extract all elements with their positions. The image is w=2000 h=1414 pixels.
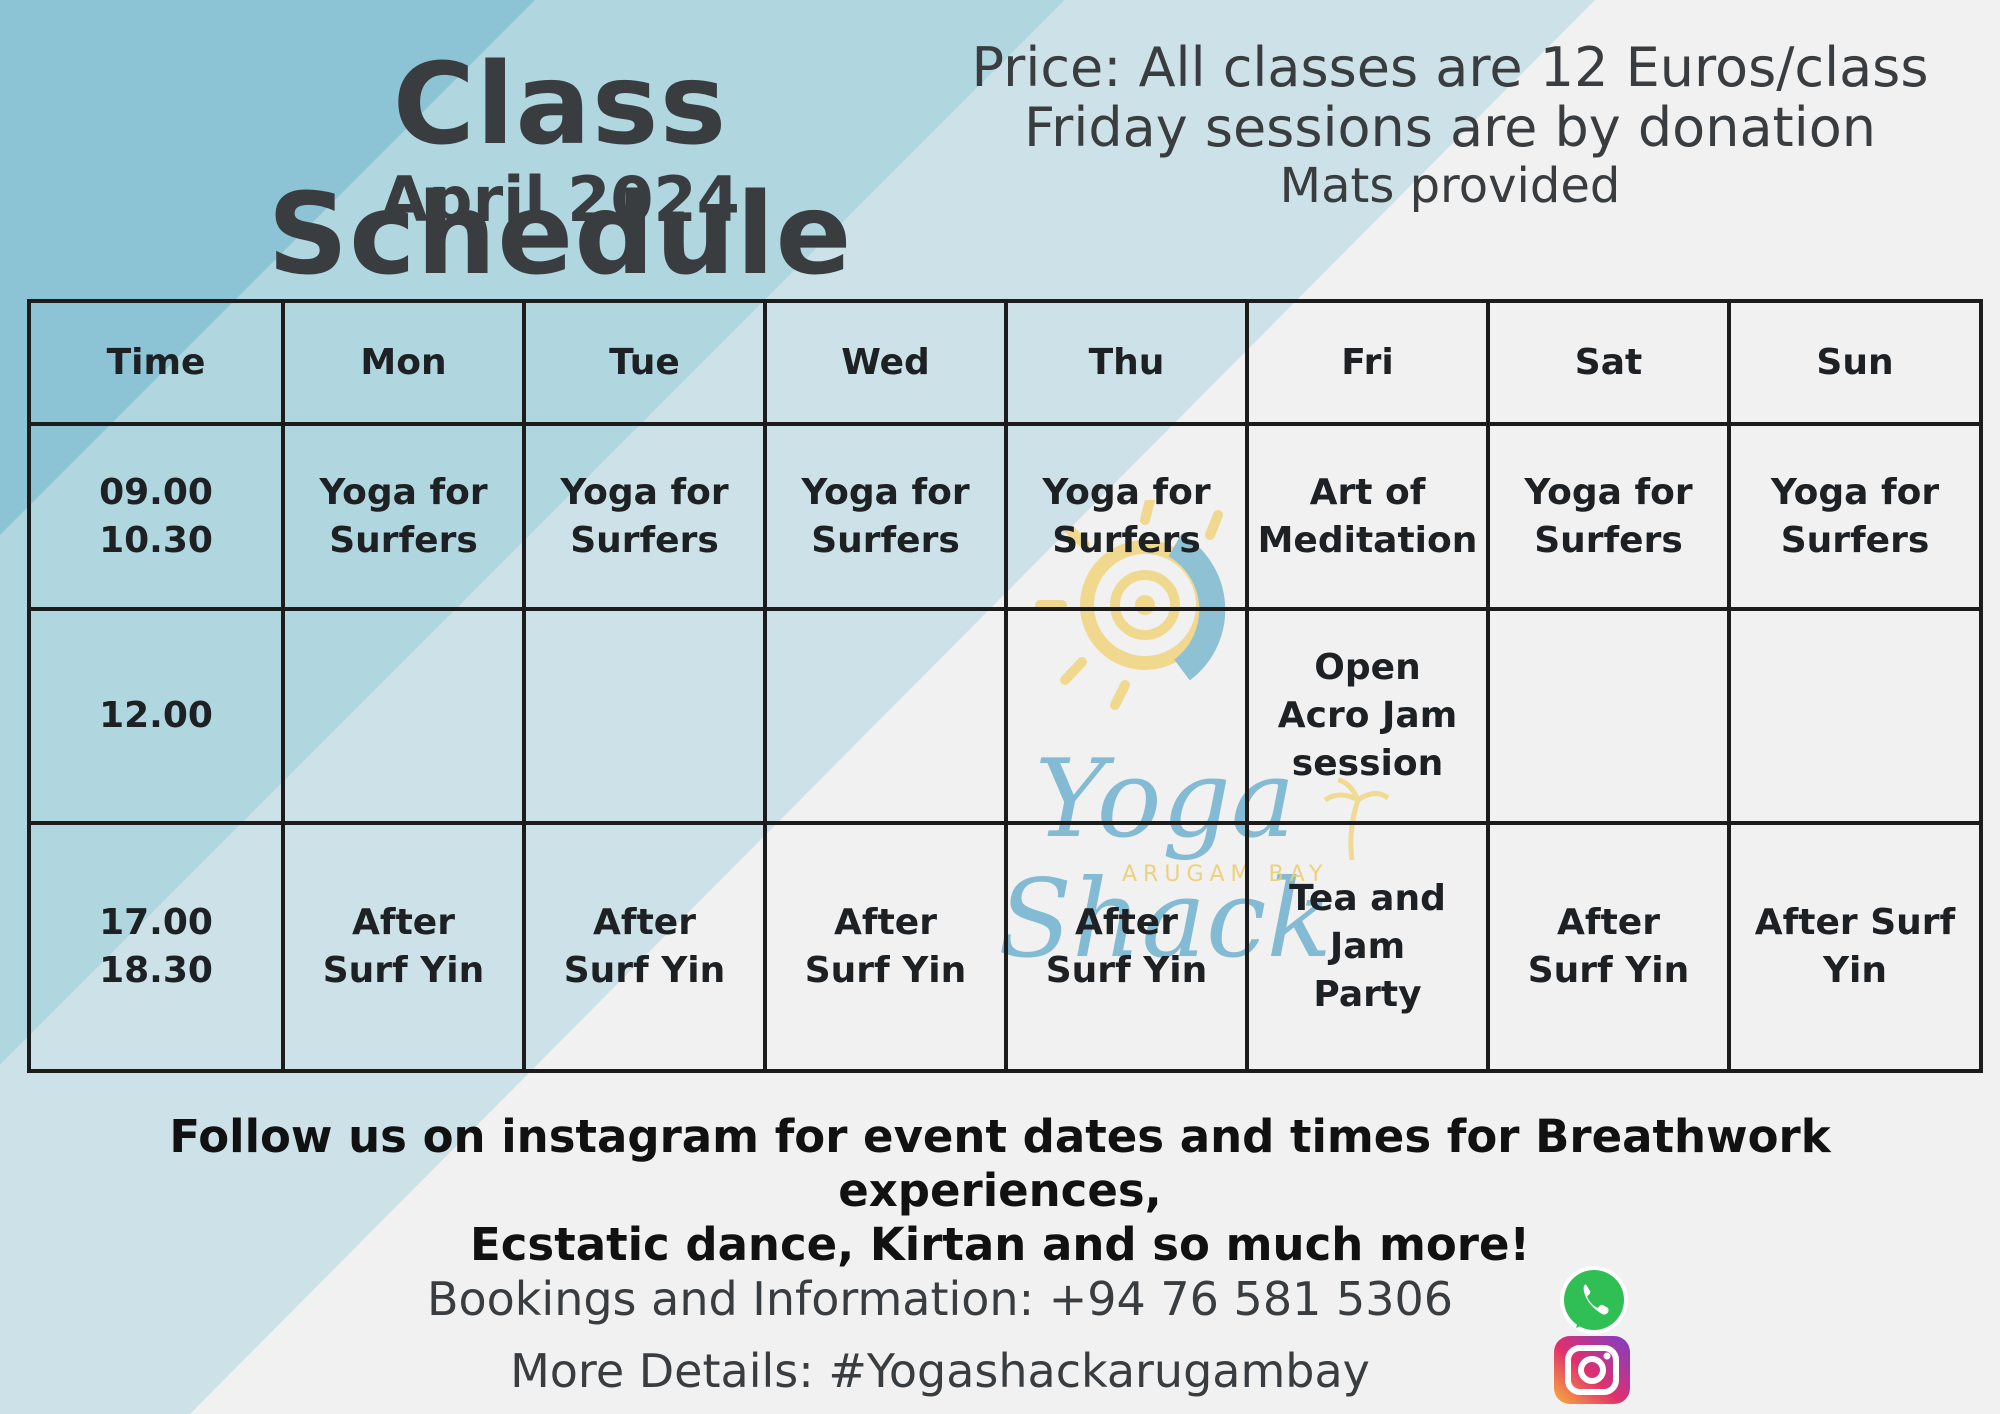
time-cell: 17.00 18.30 <box>27 820 285 1074</box>
page-subtitle: April 2024 <box>380 163 740 236</box>
class-cell-mon <box>281 607 526 825</box>
class-cell-sun: After Surf Yin <box>1727 820 1983 1074</box>
table-header-row: Time Mon Tue Wed Thu Fri Sat Sun <box>27 298 1983 427</box>
header-time: Time <box>27 298 285 427</box>
time-cell: 09.00 10.30 <box>27 422 285 612</box>
class-cell-thu: After Surf Yin <box>1004 820 1249 1074</box>
follow-line-1: Follow us on instagram for event dates a… <box>169 1110 1831 1217</box>
class-cell-fri: Open Acro Jam session <box>1245 607 1490 825</box>
class-cell-tue <box>522 607 767 825</box>
class-cell-mon: After Surf Yin <box>281 820 526 1074</box>
class-cell-sun <box>1727 607 1983 825</box>
header-wed: Wed <box>763 298 1008 427</box>
follow-line-2: Ecstatic dance, Kirtan and so much more! <box>470 1218 1530 1271</box>
price-info: Price: All classes are 12 Euros/class Fr… <box>960 36 1940 215</box>
class-cell-mon: Yoga for Surfers <box>281 422 526 612</box>
table-row: 17.00 18.30 After Surf Yin After Surf Yin A… <box>27 820 1983 1074</box>
price-line: Price: All classes are 12 Euros/class <box>971 36 1929 99</box>
header-tue: Tue <box>522 298 767 427</box>
header-sun: Sun <box>1727 298 1983 427</box>
whatsapp-icon[interactable] <box>1548 1262 1640 1340</box>
header-sat: Sat <box>1486 298 1731 427</box>
class-cell-tue: After Surf Yin <box>522 820 767 1074</box>
instagram-icon[interactable] <box>1546 1334 1638 1406</box>
schedule-table: Time Mon Tue Wed Thu Fri Sat Sun 09.00 10… <box>27 298 1983 1074</box>
table-row: 09.00 10.30 Yoga for Surfers Yoga for Surfe… <box>27 422 1983 612</box>
instagram-note: Follow us on instagram for event dates a… <box>40 1110 1960 1272</box>
class-cell-sat: After Surf Yin <box>1486 820 1731 1074</box>
bookings-info: Bookings and Information: +94 76 581 530… <box>426 1272 1454 1326</box>
class-cell-thu <box>1004 607 1249 825</box>
class-cell-wed: After Surf Yin <box>763 820 1008 1074</box>
class-cell-sun: Yoga for Surfers <box>1727 422 1983 612</box>
class-cell-fri: Art of Meditation <box>1245 422 1490 612</box>
class-cell-sat: Yoga for Surfers <box>1486 422 1731 612</box>
header-mon: Mon <box>281 298 526 427</box>
class-cell-fri: Tea and Jam Party <box>1245 820 1490 1074</box>
class-cell-wed <box>763 607 1008 825</box>
mats-note: Mats provided <box>1279 158 1621 214</box>
header-fri: Fri <box>1245 298 1490 427</box>
class-cell-sat <box>1486 607 1731 825</box>
table-row: 12.00 Open Acro Jam session <box>27 607 1983 825</box>
more-details: More Details: #Yogashackarugambay <box>510 1344 1370 1398</box>
friday-note: Friday sessions are by donation <box>1024 96 1876 159</box>
class-cell-tue: Yoga for Surfers <box>522 422 767 612</box>
class-cell-wed: Yoga for Surfers <box>763 422 1008 612</box>
header-thu: Thu <box>1004 298 1249 427</box>
time-cell: 12.00 <box>27 607 285 825</box>
class-cell-thu: Yoga for Surfers <box>1004 422 1249 612</box>
